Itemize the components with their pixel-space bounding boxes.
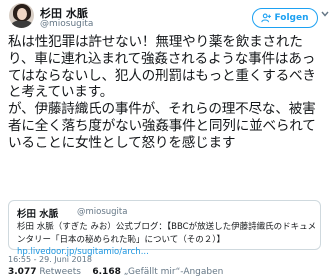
follow-user-icon [261, 13, 272, 23]
avatar-body [11, 20, 33, 28]
quoted-tweet[interactable]: 杉田 水脈 @miosugita 杉田 水脈（すぎた みお）公式ブログ：【BBC… [8, 200, 321, 257]
quoted-text-lead: 杉田 水脈（すぎた みお）公式ブログ：【BBCが放送した伊藤詩織氏のドキュメンタ… [17, 222, 317, 245]
retweets-count[interactable]: 3.077 [8, 267, 36, 277]
follow-button[interactable]: Folgen [252, 8, 318, 28]
avatar[interactable] [9, 3, 34, 28]
likes-label[interactable]: „Gefällt mir“-Angaben [124, 267, 224, 277]
quoted-user-handle: @miosugita [77, 207, 128, 217]
quoted-user-name: 杉田 水脈 [17, 209, 59, 220]
follow-button-label: Folgen [274, 13, 309, 23]
tweet-text: 私は性犯罪は許せない！無理やり薬を飲まされたり、車に連れ込まれて強姦されるような… [8, 34, 316, 151]
quoted-text: 杉田 水脈（すぎた みお）公式ブログ：【BBCが放送した伊藤詩織氏のドキュメンタ… [17, 221, 317, 259]
chevron-down-icon[interactable] [321, 9, 329, 19]
avatar-face [17, 8, 27, 20]
likes-count[interactable]: 6.168 [92, 267, 120, 277]
retweets-label[interactable]: Retweets [39, 267, 81, 277]
timestamp[interactable]: 16:55 - 29. Juni 2018 [8, 255, 92, 264]
tweet-card: 杉田 水脈 @miosugita Folgen 私は性犯罪は許せない！無理やり薬… [0, 0, 329, 277]
user-handle[interactable]: @miosugita [40, 19, 93, 29]
tweet-stats: 3.077 Retweets 6.168 „Gefällt mir“-Angab… [8, 267, 223, 277]
